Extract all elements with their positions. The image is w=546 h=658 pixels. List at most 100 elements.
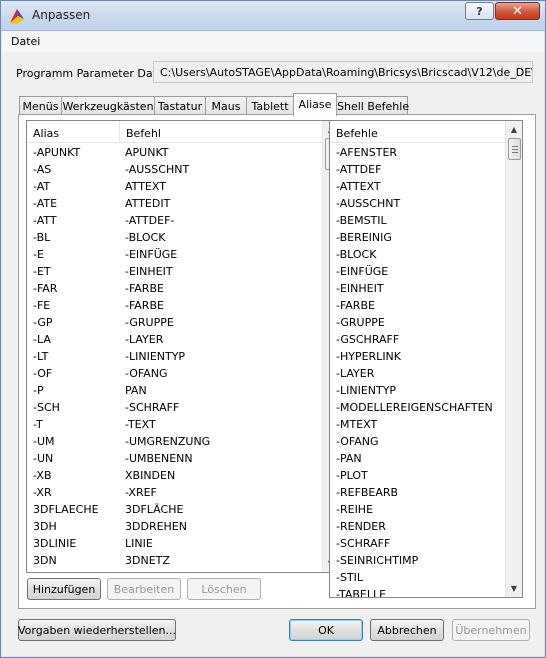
tab-shell-commands[interactable]: Shell Befehle xyxy=(336,96,409,115)
edit-button[interactable]: Bearbeiten xyxy=(107,578,181,600)
list-item[interactable]: -STIL xyxy=(330,568,507,585)
tab-keyboard[interactable]: Tastatur xyxy=(154,96,206,115)
command-cell: -LAYER xyxy=(125,333,164,346)
table-row[interactable]: 3DFLAECHE 3DFLÄCHE xyxy=(27,500,324,517)
tab-tablet[interactable]: Tablett xyxy=(246,96,294,115)
table-row[interactable]: -ET -EINHEIT xyxy=(27,262,324,279)
table-row[interactable]: -T -TEXT xyxy=(27,415,324,432)
list-item[interactable]: -HYPERLINK xyxy=(330,347,507,364)
menu-file[interactable]: Datei xyxy=(11,35,40,48)
table-row[interactable]: -AS -AUSSCHNT xyxy=(27,160,324,177)
command-cell: -FARBE xyxy=(125,299,164,312)
list-item[interactable]: -PLOT xyxy=(330,466,507,483)
list-item[interactable]: -LAYER xyxy=(330,364,507,381)
command-label: -LAYER xyxy=(336,367,375,380)
command-label: -BEREINIG xyxy=(336,231,392,244)
table-row[interactable]: -ATE ATTEDIT xyxy=(27,194,324,211)
alias-table[interactable]: Alias Befehl -APUNKT APUNKT -AS -AUSSCHNT -A… xyxy=(26,120,340,573)
tab-menus[interactable]: Menüs xyxy=(19,96,62,115)
list-item[interactable]: -EINHEIT xyxy=(330,279,507,296)
command-label: -REIHE xyxy=(336,503,374,516)
table-row[interactable]: -XR -XREF xyxy=(27,483,324,500)
table-row[interactable]: -AT ATTEXT xyxy=(27,177,324,194)
command-label: -AUSSCHNT xyxy=(336,197,401,210)
list-item[interactable]: -PAN xyxy=(330,449,507,466)
apply-button[interactable]: Übernehmen xyxy=(452,619,530,641)
command-label: -SEINRICHTIMP xyxy=(336,554,419,567)
table-row[interactable]: -APUNKT APUNKT xyxy=(27,143,324,160)
list-item[interactable]: -BLOCK xyxy=(330,245,507,262)
ok-button[interactable]: OK xyxy=(289,619,363,641)
list-item[interactable]: -GSCHRAFF xyxy=(330,330,507,347)
list-item[interactable]: -MODELLEREIGENSCHAFTEN xyxy=(330,398,507,415)
table-row[interactable]: -E -EINFÜGE xyxy=(27,245,324,262)
list-item[interactable]: -AUSSCHNT xyxy=(330,194,507,211)
table-row[interactable]: -ATT -ATTDEF- xyxy=(27,211,324,228)
table-row[interactable]: -GP -GRUPPE xyxy=(27,313,324,330)
tab-mouse[interactable]: Maus xyxy=(205,96,247,115)
command-label: -SCHRAFF xyxy=(336,537,391,550)
command-label: -BEMSTIL xyxy=(336,214,387,227)
restore-defaults-button[interactable]: Vorgaben wiederherstellen... xyxy=(18,619,176,641)
scroll-up-arrow-icon[interactable]: ▲ xyxy=(506,121,522,138)
tab-toolbars[interactable]: Werkzeugkästen xyxy=(61,96,155,115)
list-item[interactable]: -SEINRICHTIMP xyxy=(330,551,507,568)
table-row[interactable]: -XB XBINDEN xyxy=(27,466,324,483)
table-row[interactable]: -UM -UMGRENZUNG xyxy=(27,432,324,449)
command-cell: -ATTDEF- xyxy=(125,214,175,227)
add-button[interactable]: Hinzufügen xyxy=(27,578,101,600)
param-file-field[interactable]: C:\Users\AutoSTAGE\AppData\Roaming\Brics… xyxy=(153,61,533,83)
command-cell: LINIE xyxy=(125,537,153,550)
table-row[interactable]: -LA -LAYER xyxy=(27,330,324,347)
list-item[interactable]: -ATTEXT xyxy=(330,177,507,194)
column-header-commands[interactable]: Befehle xyxy=(330,121,507,143)
close-button[interactable]: ✕ xyxy=(495,2,540,20)
list-item[interactable]: -GRUPPE xyxy=(330,313,507,330)
delete-button[interactable]: Löschen xyxy=(187,578,261,600)
scroll-down-arrow-icon[interactable]: ▼ xyxy=(506,580,522,597)
list-item[interactable]: -EINFÜGE xyxy=(330,262,507,279)
table-row[interactable]: -SCH -SCHRAFF xyxy=(27,398,324,415)
list-item[interactable]: -BEREINIG xyxy=(330,228,507,245)
table-row[interactable]: -P PAN xyxy=(27,381,324,398)
commands-list[interactable]: Befehle -AFENSTER -ATTDEF -ATTEXT -AUSSCHNT… xyxy=(329,120,523,598)
alias-cell: 3DLINIE xyxy=(33,537,77,550)
list-item[interactable]: -BEMSTIL xyxy=(330,211,507,228)
column-header-alias[interactable]: Alias xyxy=(27,121,119,143)
tab-aliases[interactable]: Aliase xyxy=(293,93,337,116)
table-row[interactable]: -FAR -FARBE xyxy=(27,279,324,296)
table-row[interactable]: -UN -UMBENENN xyxy=(27,449,324,466)
scroll-thumb[interactable] xyxy=(508,138,521,160)
list-item[interactable]: -ATTDEF xyxy=(330,160,507,177)
command-label: -REFBEARB xyxy=(336,486,399,499)
table-row[interactable]: -BL -BLOCK xyxy=(27,228,324,245)
list-item[interactable]: -OFANG xyxy=(330,432,507,449)
list-item[interactable]: -TABELLE xyxy=(330,585,507,597)
command-cell: -OFANG xyxy=(125,367,168,380)
list-item[interactable]: -FARBE xyxy=(330,296,507,313)
command-label: -ATTEXT xyxy=(336,180,381,193)
table-row[interactable]: 3DH 3DDREHEN xyxy=(27,517,324,534)
command-label: -STIL xyxy=(336,571,364,584)
list-item[interactable]: -SCHRAFF xyxy=(330,534,507,551)
command-cell: -XREF xyxy=(125,486,157,499)
list-item[interactable]: -RENDER xyxy=(330,517,507,534)
alias-cell: -FE xyxy=(33,299,51,312)
column-header-command[interactable]: Befehl xyxy=(119,121,324,143)
help-button[interactable]: ? xyxy=(465,2,494,20)
list-item[interactable]: -LINIENTYP xyxy=(330,381,507,398)
table-row[interactable]: -FE -FARBE xyxy=(27,296,324,313)
command-rows: -AFENSTER -ATTDEF -ATTEXT -AUSSCHNT -BEMSTIL… xyxy=(330,143,507,597)
table-row[interactable]: -OF -OFANG xyxy=(27,364,324,381)
command-label: -MODELLEREIGENSCHAFTEN xyxy=(336,401,493,414)
list-item[interactable]: -AFENSTER xyxy=(330,143,507,160)
list-item[interactable]: -MTEXT xyxy=(330,415,507,432)
alias-cell: -BL xyxy=(33,231,51,244)
table-row[interactable]: 3DN 3DNETZ xyxy=(27,551,324,568)
cancel-button[interactable]: Abbrechen xyxy=(370,619,444,641)
commands-list-scrollbar[interactable]: ▲ ▼ xyxy=(505,121,522,597)
table-row[interactable]: 3DLINIE LINIE xyxy=(27,534,324,551)
table-row[interactable]: -LT -LINIENTYP xyxy=(27,347,324,364)
list-item[interactable]: -REIHE xyxy=(330,500,507,517)
list-item[interactable]: -REFBEARB xyxy=(330,483,507,500)
